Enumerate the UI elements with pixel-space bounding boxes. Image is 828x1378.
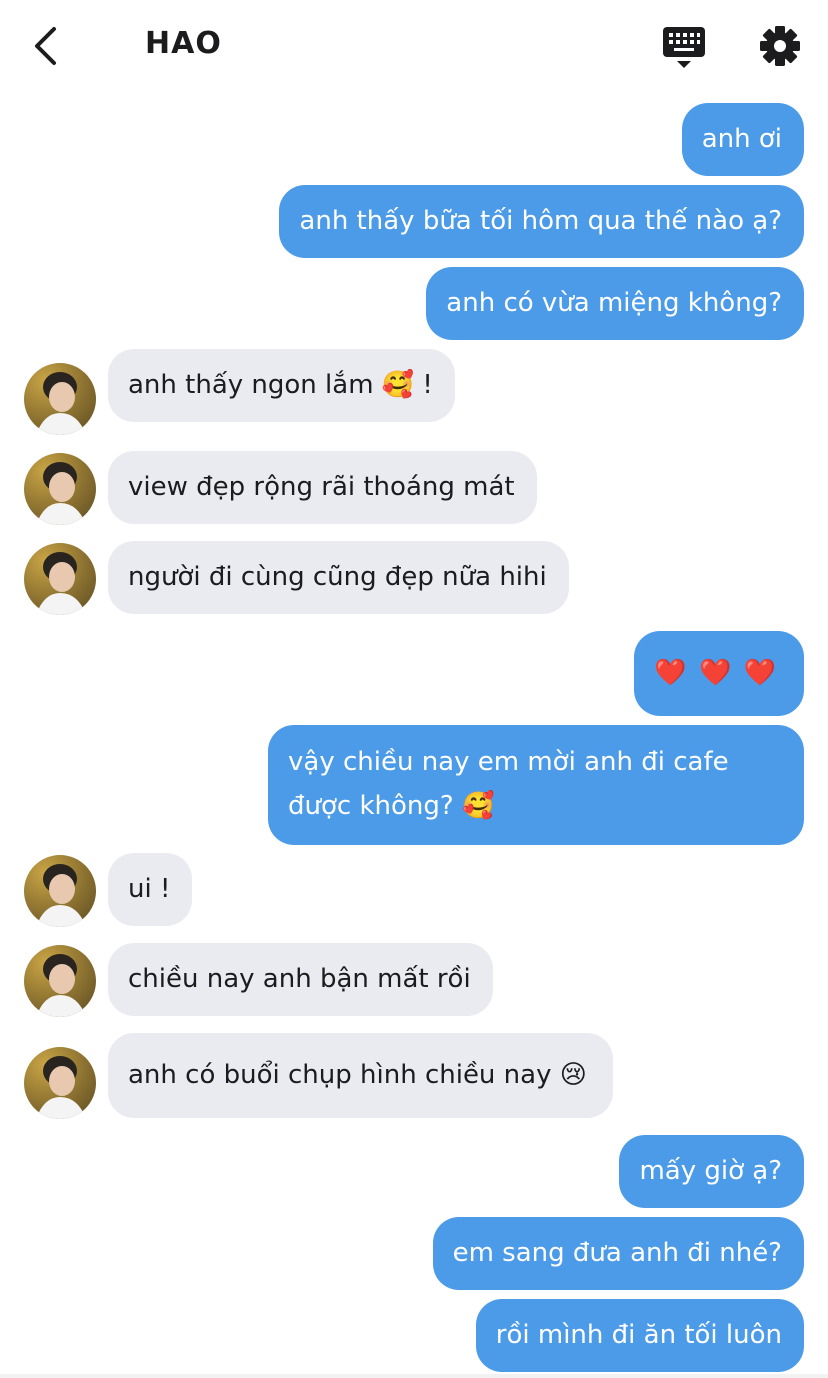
avatar[interactable] [24, 453, 96, 525]
avatar[interactable] [24, 945, 96, 1017]
avatar[interactable] [24, 855, 96, 927]
message-bubble-incoming[interactable]: ui ! [108, 853, 193, 926]
message-bubble-incoming[interactable]: người đi cùng cũng đẹp nữa hihi [108, 541, 569, 614]
message-bubble-incoming[interactable]: view đẹp rộng rãi thoáng mát [108, 451, 537, 524]
avatar[interactable] [24, 363, 96, 435]
message-bubble-outgoing[interactable]: em sang đưa anh đi nhé? [432, 1217, 804, 1290]
message-bubble-outgoing[interactable]: vậy chiều nay em mời anh đi cafe được kh… [268, 725, 804, 845]
message-bubble-outgoing[interactable]: mấy giờ ạ? [619, 1135, 804, 1208]
message-bubble-incoming[interactable]: anh có buổi chụp hình chiều nay 😢 [108, 1033, 613, 1118]
message-bubble-outgoing[interactable]: ❤️ ❤️ ❤️ [634, 631, 804, 716]
message-bubble-outgoing[interactable]: anh có vừa miệng không? [426, 267, 804, 340]
message-bubble-incoming[interactable]: anh thấy ngon lắm 🥰 ! [108, 349, 455, 422]
message-bubble-outgoing[interactable]: rồi mình đi ăn tối luôn [475, 1299, 804, 1372]
message-list: anh ơi anh thấy bữa tối hôm qua thế nào … [0, 0, 828, 1378]
divider [0, 1374, 828, 1378]
avatar[interactable] [24, 1047, 96, 1119]
avatar[interactable] [24, 543, 96, 615]
message-bubble-incoming[interactable]: chiều nay anh bận mất rồi [108, 943, 493, 1016]
message-bubble-outgoing[interactable]: anh ơi [681, 103, 804, 176]
message-bubble-outgoing[interactable]: anh thấy bữa tối hôm qua thế nào ạ? [279, 185, 804, 258]
